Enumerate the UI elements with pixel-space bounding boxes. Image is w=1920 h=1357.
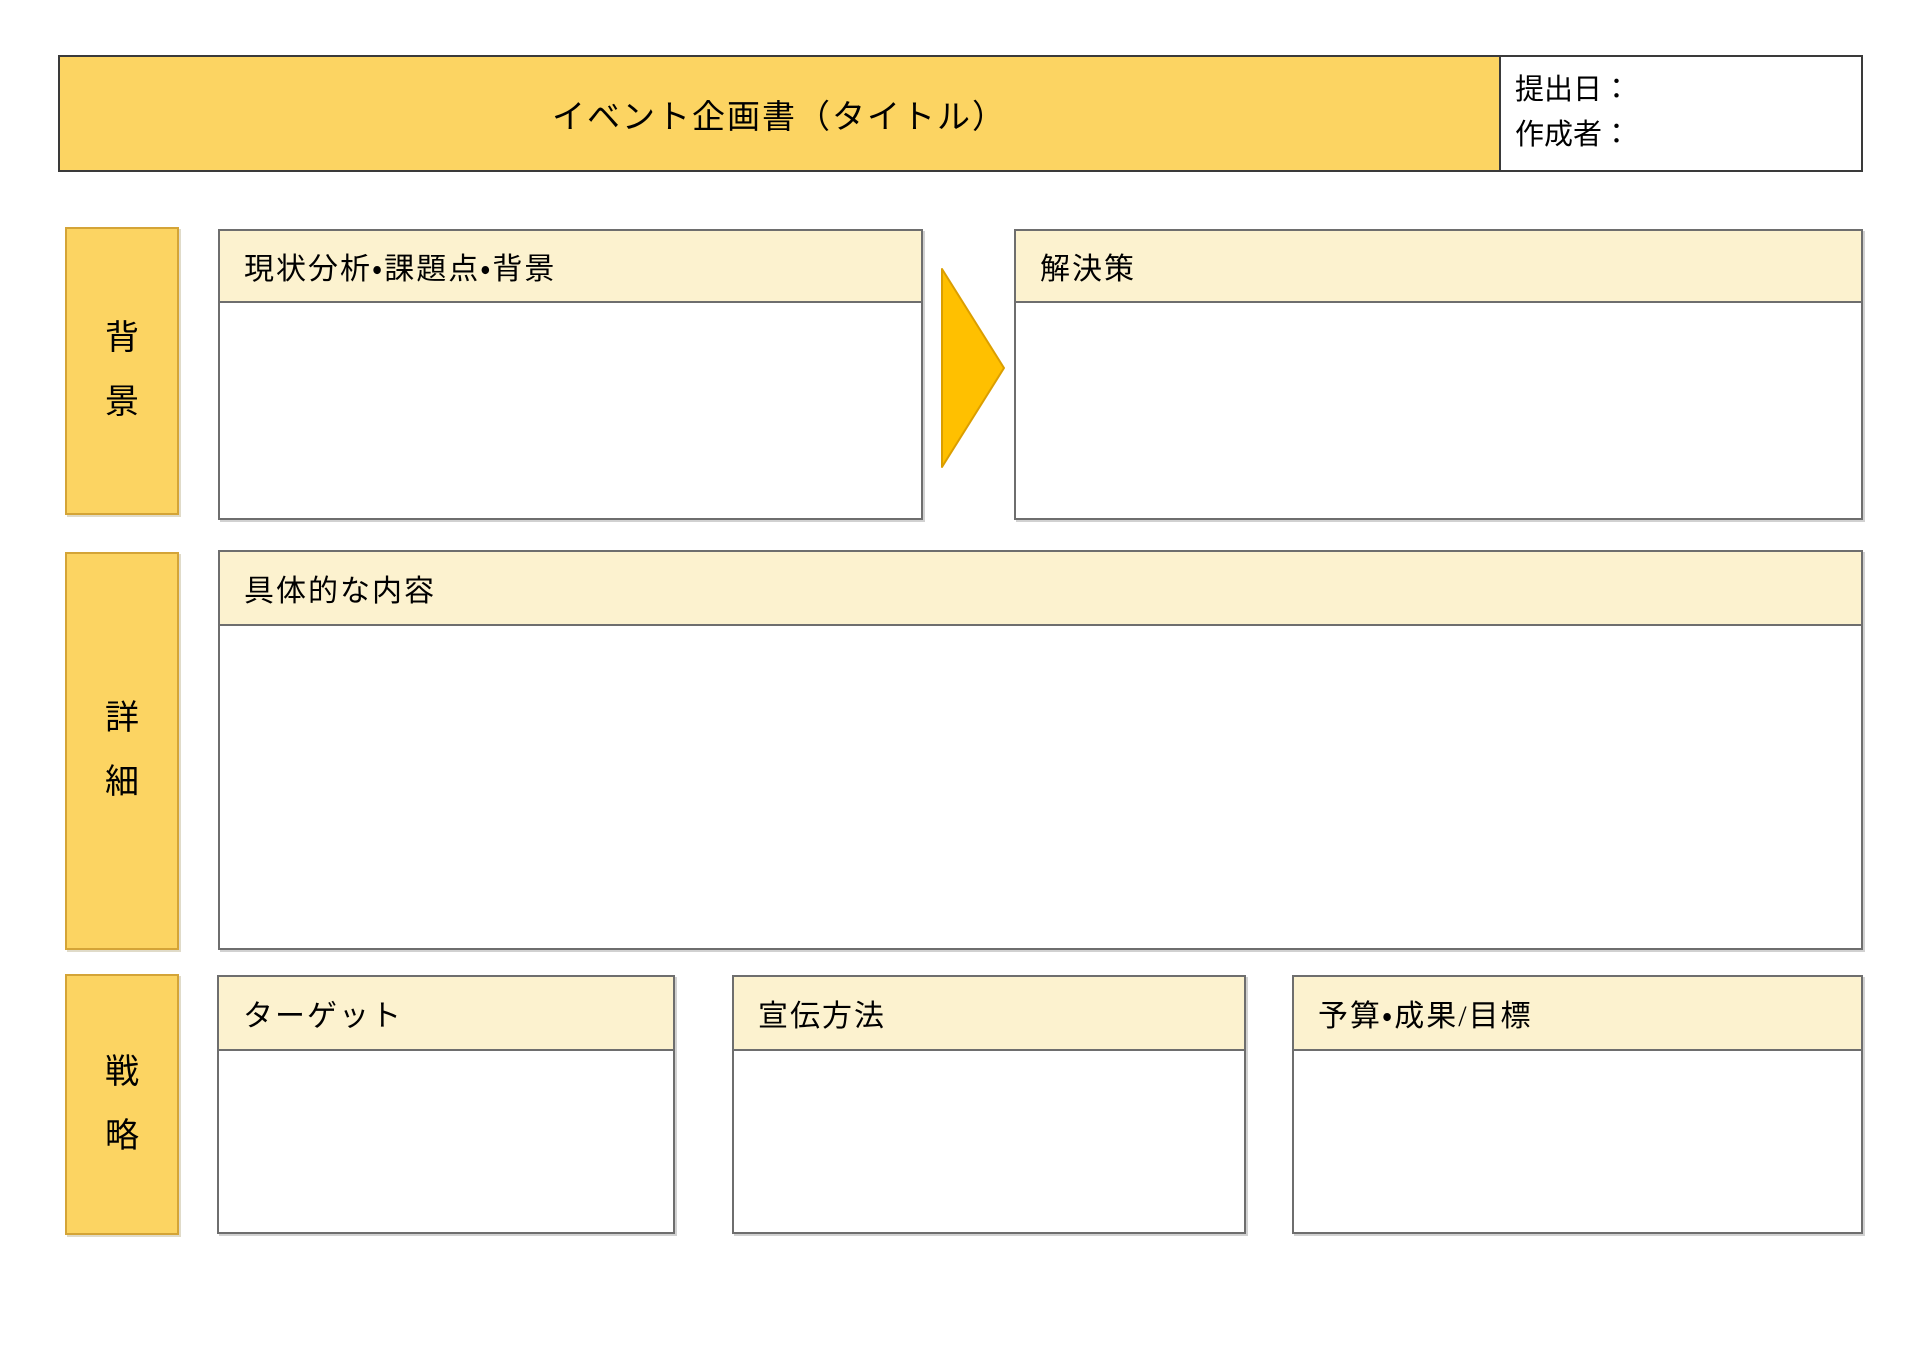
- sidebar-label-strategy: 戦 略: [65, 974, 179, 1235]
- section-details-body[interactable]: [220, 626, 1861, 948]
- section-promotion-body[interactable]: [734, 1051, 1244, 1232]
- section-details-title: 具体的な内容: [244, 566, 436, 610]
- author-value[interactable]: [1631, 114, 1853, 144]
- section-solution: 解決策: [1014, 229, 1863, 520]
- submission-date-label: 提出日：: [1515, 68, 1631, 113]
- author-label: 作成者：: [1515, 113, 1631, 158]
- submission-date-row: 提出日：: [1515, 68, 1853, 113]
- section-details-header: 具体的な内容: [220, 552, 1861, 626]
- submission-date-value[interactable]: [1631, 69, 1853, 99]
- section-budget-title: 予算・成果/目標: [1318, 991, 1533, 1035]
- section-solution-body[interactable]: [1016, 303, 1861, 518]
- section-details: 具体的な内容: [218, 550, 1863, 950]
- section-analysis-title: 現状分析・課題点・背景: [244, 244, 556, 288]
- section-target: ターゲット: [217, 975, 675, 1234]
- right-arrow-icon: [938, 265, 1008, 471]
- author-row: 作成者：: [1515, 113, 1853, 158]
- section-target-title: ターゲット: [243, 991, 403, 1035]
- section-analysis: 現状分析・課題点・背景: [218, 229, 923, 520]
- section-promotion: 宣伝方法: [732, 975, 1246, 1234]
- section-analysis-header: 現状分析・課題点・背景: [220, 231, 921, 303]
- section-target-header: ターゲット: [219, 977, 673, 1051]
- section-promotion-title: 宣伝方法: [758, 991, 886, 1035]
- title-bar: イベント企画書（タイトル） 提出日： 作成者：: [58, 55, 1863, 172]
- document-title: イベント企画書（タイトル）: [60, 57, 1499, 170]
- section-budget-header: 予算・成果/目標: [1294, 977, 1861, 1051]
- sidebar-label-background: 背 景: [65, 227, 179, 515]
- section-solution-title: 解決策: [1040, 244, 1136, 288]
- section-target-body[interactable]: [219, 1051, 673, 1232]
- event-plan-document: イベント企画書（タイトル） 提出日： 作成者： 背 景 詳 細 戦 略 現状分析…: [0, 0, 1920, 1357]
- sidebar-label-details: 詳 細: [65, 552, 179, 950]
- meta-box: 提出日： 作成者：: [1499, 57, 1861, 170]
- section-budget: 予算・成果/目標: [1292, 975, 1863, 1234]
- section-budget-body[interactable]: [1294, 1051, 1861, 1232]
- section-promotion-header: 宣伝方法: [734, 977, 1244, 1051]
- section-analysis-body[interactable]: [220, 303, 921, 518]
- section-solution-header: 解決策: [1016, 231, 1861, 303]
